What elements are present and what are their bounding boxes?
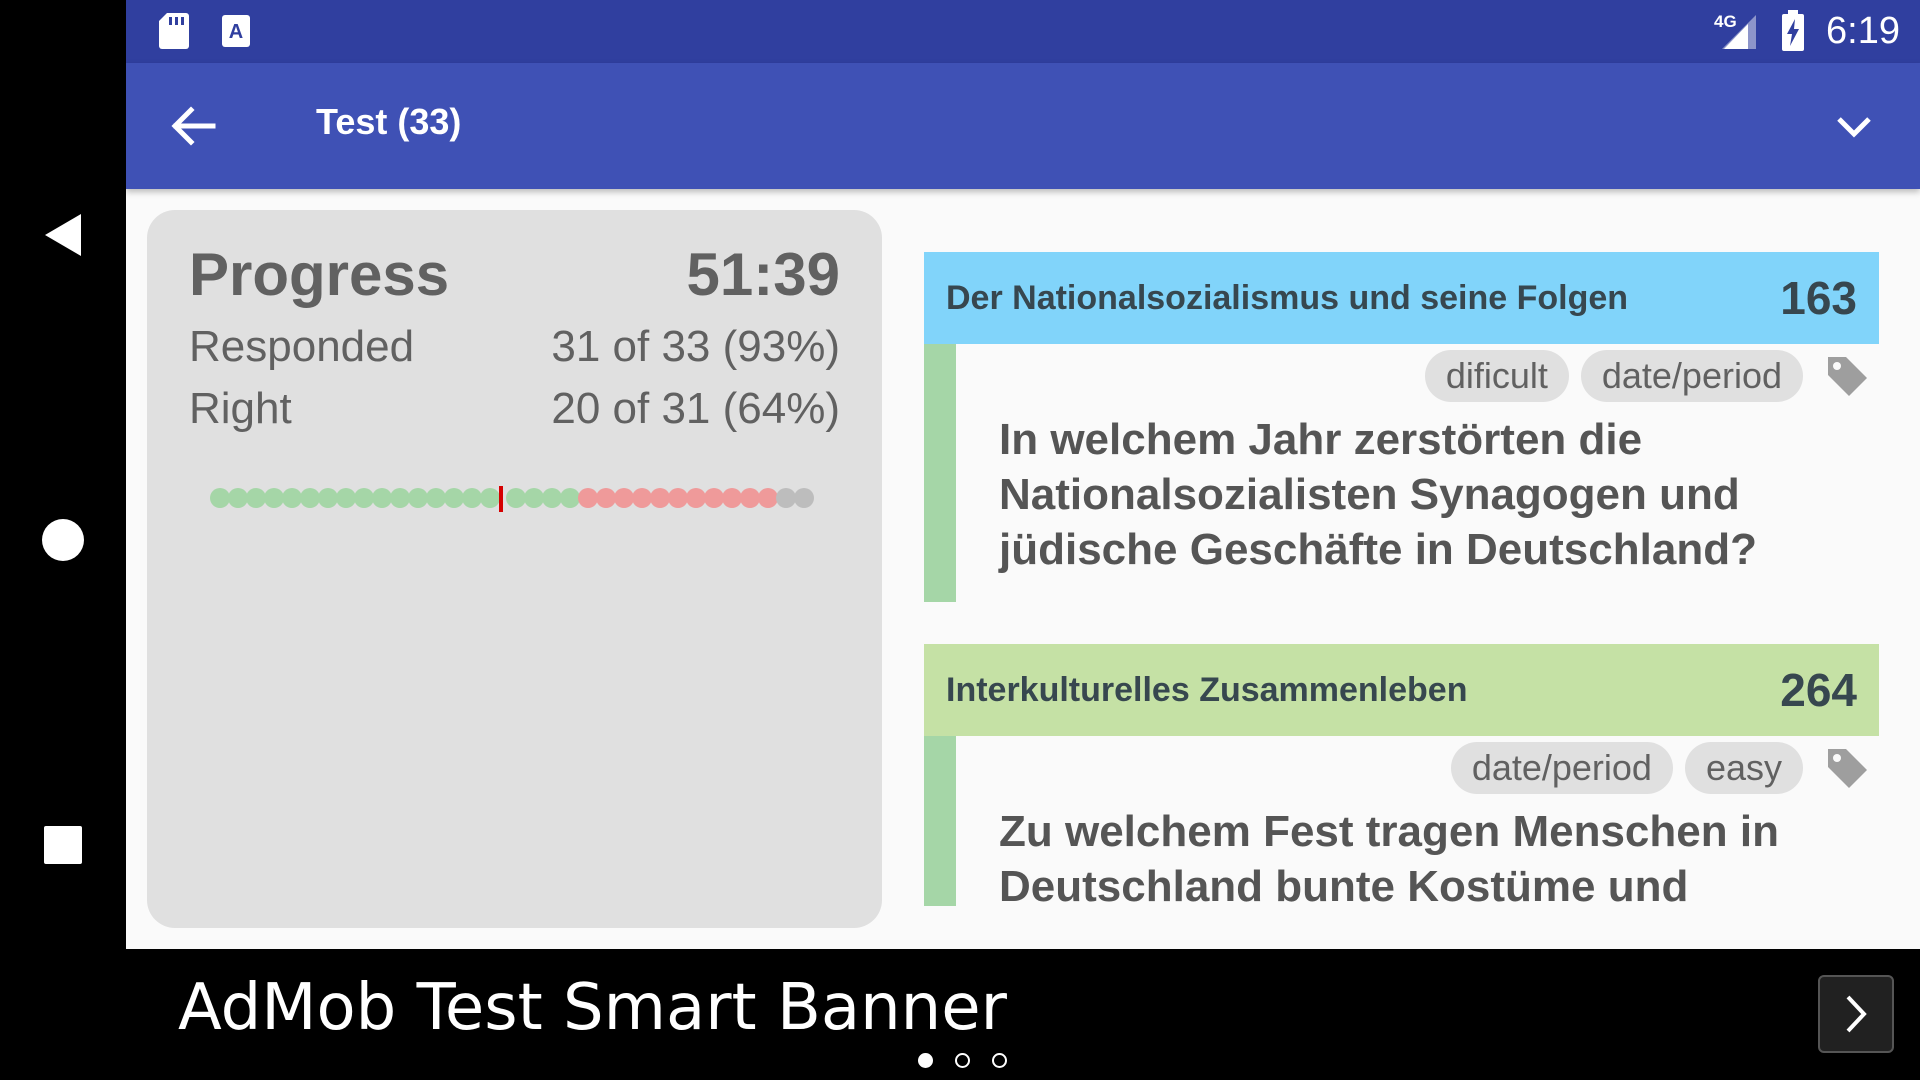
pager-dot (992, 1053, 1007, 1068)
right-value: 20 of 31 (64%) (551, 384, 840, 433)
answer-dot-wrong (686, 488, 706, 508)
responded-label: Responded (189, 322, 415, 371)
answer-dot-wrong (650, 488, 670, 508)
page-title: Test (33) (316, 101, 462, 142)
timer: 51:39 (686, 241, 840, 308)
tag-chip[interactable]: date/period (1450, 742, 1673, 794)
keyboard-a-icon: A (221, 14, 251, 53)
answer-dot-right (408, 488, 428, 508)
svg-text:A: A (229, 21, 243, 43)
tag-chip[interactable]: date/period (1580, 350, 1803, 402)
progress-card: Progress 51:39 Responded 31 of 33 (93%) … (147, 210, 882, 928)
sd-card-icon (158, 12, 190, 55)
answer-dot-wrong (668, 488, 688, 508)
back-arrow-icon[interactable] (170, 103, 216, 154)
answer-dot-right (246, 488, 266, 508)
navigation-bar (0, 0, 126, 1080)
tag-chip[interactable]: easy (1684, 742, 1803, 794)
responded-value: 31 of 33 (93%) (551, 322, 840, 371)
answer-dot-right (560, 488, 580, 508)
ad-next-button[interactable] (1818, 975, 1894, 1053)
answer-dot-right (426, 488, 446, 508)
right-label: Right (189, 384, 292, 433)
answer-dot-right (354, 488, 374, 508)
progress-header: Progress 51:39 (189, 240, 840, 309)
question-number: 264 (1780, 664, 1857, 716)
question-category: Der Nationalsozialismus und seine Folgen (946, 278, 1629, 317)
answer-dot-wrong (632, 488, 652, 508)
signal-icon (1720, 14, 1758, 55)
question-side-bar (924, 344, 956, 602)
home-nav-icon[interactable] (35, 512, 91, 568)
answer-dot-right (480, 488, 500, 508)
back-nav-icon[interactable] (35, 207, 91, 263)
question-card[interactable]: Interkulturelles Zusammenleben 264 date/… (924, 644, 1879, 949)
answer-dot-right (390, 488, 410, 508)
question-card[interactable]: Der Nationalsozialismus und seine Folgen… (924, 252, 1879, 602)
chevron-right-icon (1846, 995, 1867, 1033)
question-number: 163 (1780, 272, 1857, 324)
status-bar: A 4G 6:19 (126, 0, 1920, 63)
answer-dot-right (542, 488, 562, 508)
answer-dot-wrong (740, 488, 760, 508)
answer-dot-wrong (578, 488, 598, 508)
question-side-bar (924, 736, 956, 906)
pager-dot (955, 1053, 970, 1068)
recents-nav-icon[interactable] (35, 817, 91, 873)
tag-chip[interactable]: dificult (1424, 350, 1569, 402)
answer-dot-right (282, 488, 302, 508)
question-text: In welchem Jahr zerstörten die Nationals… (999, 415, 1757, 574)
battery-charging-icon (1781, 10, 1805, 57)
answer-dot-wrong (758, 488, 778, 508)
tag-icon[interactable] (1821, 350, 1873, 402)
progress-title: Progress (189, 241, 450, 308)
answer-dot-right (372, 488, 392, 508)
pager-dot-active (918, 1053, 933, 1068)
answer-dot-right (462, 488, 482, 508)
tag-icon[interactable] (1821, 742, 1873, 794)
current-question-marker (499, 486, 503, 512)
answer-dot-right (228, 488, 248, 508)
answer-dot-right (524, 488, 544, 508)
question-header: Der Nationalsozialismus und seine Folgen… (924, 252, 1879, 344)
chevron-down-icon[interactable] (1836, 111, 1872, 146)
ad-banner-text: AdMob Test Smart Banner (178, 971, 1007, 1045)
answer-dot-right (264, 488, 284, 508)
tag-list: dificult date/period (1424, 350, 1879, 402)
answer-dot-unanswered (794, 488, 814, 508)
right-row: Right 20 of 31 (64%) (189, 384, 840, 434)
tag-list: date/period easy (1450, 742, 1879, 794)
app-bar: Test (33) (126, 63, 1920, 189)
app-screen: A 4G 6:19 Test (33) Progress 51:39 Respo… (126, 0, 1920, 949)
answer-dot-wrong (704, 488, 724, 508)
question-category: Interkulturelles Zusammenleben (946, 670, 1468, 709)
answer-dot-right (300, 488, 320, 508)
answer-dot-unanswered (776, 488, 796, 508)
question-text: Zu welchem Fest tragen Menschen in Deuts… (999, 807, 1779, 911)
answer-dot-right (210, 488, 230, 508)
answer-dot-right (318, 488, 338, 508)
answer-dot-right (444, 488, 464, 508)
responded-row: Responded 31 of 33 (93%) (189, 322, 840, 372)
answer-dot-right (336, 488, 356, 508)
ad-banner[interactable]: AdMob Test Smart Banner (126, 949, 1920, 1080)
answer-dot-wrong (596, 488, 616, 508)
clock: 6:19 (1826, 10, 1900, 52)
question-header: Interkulturelles Zusammenleben 264 (924, 644, 1879, 736)
answer-dot-wrong (722, 488, 742, 508)
answer-dot-wrong (614, 488, 634, 508)
answer-dot-right (506, 488, 526, 508)
